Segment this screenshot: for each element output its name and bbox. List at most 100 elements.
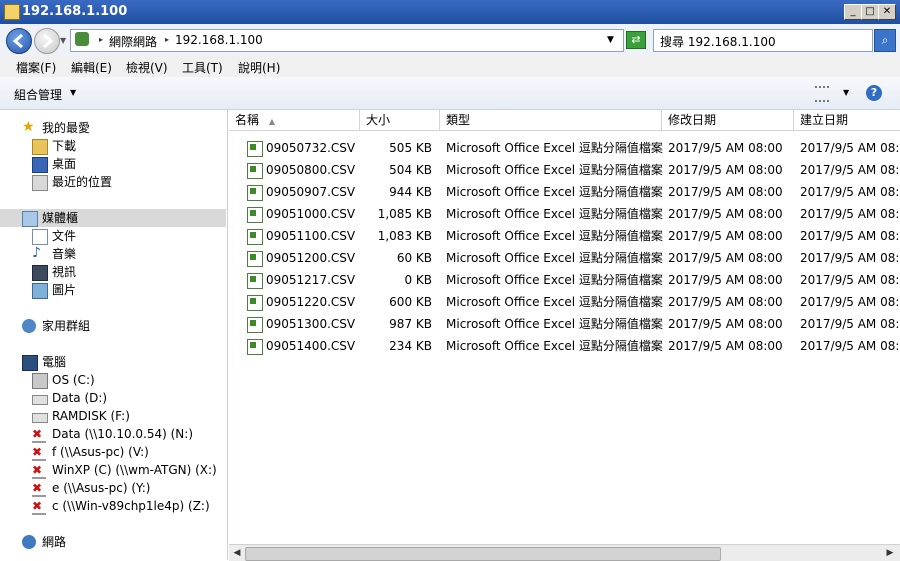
file-modified: 2017/9/5 AM 08:00 [668,339,783,353]
breadcrumb-chevron-icon[interactable]: ▸ [99,35,103,44]
back-button[interactable] [6,28,32,54]
search-button[interactable]: ⌕ [874,29,896,52]
drive-icon [32,395,48,405]
table-row[interactable]: 09051220.CSV 600 KB Microsoft Office Excel… [229,291,900,313]
file-type: Microsoft Office Excel 逗點分隔值檔案 [446,317,663,331]
table-row[interactable]: 09050732.CSV 505 KB Microsoft Office Excel… [229,137,900,159]
disconnected-drive-icon: ✖ [32,445,46,461]
file-size: 60 KB [396,251,432,265]
file-created: 2017/9/5 AM 08:00 [800,207,900,221]
file-created: 2017/9/5 AM 08:00 [800,185,900,199]
file-created: 2017/9/5 AM 08:00 [800,141,900,155]
recent-pages-chevron-icon[interactable]: ▼ [60,36,66,45]
table-row[interactable]: 09051000.CSV 1,085 KB Microsoft Office Exc… [229,203,900,225]
column-header: 名稱 ▲ 大小 類型 修改日期 建立日期 [229,110,900,131]
file-type: Microsoft Office Excel 逗點分隔值檔案 [446,163,663,177]
address-bar[interactable]: ▸ 網際網路 ▸ 192.168.1.100 ▼ [70,29,624,52]
navigation-pane: ★ 我的最愛 下載 桌面 最近的位置 媒體櫃 文件 ♪ 音樂 視訊 圖片 家用群… [0,110,228,560]
menu-edit[interactable]: 編輯(E) [71,59,112,76]
menu-file[interactable]: 檔案(F) [16,59,56,76]
file-size: 987 KB [389,317,432,331]
back-arrow-icon [12,33,23,49]
close-button[interactable]: ✕ [878,4,896,20]
file-type: Microsoft Office Excel 逗點分隔值檔案 [446,339,663,353]
network-icon [75,32,89,46]
search-input[interactable]: 搜尋 192.168.1.100 [653,29,873,52]
file-size: 234 KB [389,339,432,353]
window-title: 192.168.1.100 [22,4,128,19]
forward-button[interactable] [34,28,60,54]
scrollbar-thumb[interactable] [245,547,721,561]
file-size: 600 KB [389,295,432,309]
address-row: ▼ ▸ 網際網路 ▸ 192.168.1.100 ▼ ⇄ 搜尋 192.168.… [0,24,900,57]
column-type[interactable]: 類型 [440,110,662,130]
breadcrumb-host[interactable]: 192.168.1.100 [175,33,263,47]
file-modified: 2017/9/5 AM 08:00 [668,251,783,265]
file-name: 09050907.CSV [266,185,356,199]
breadcrumb-network[interactable]: 網際網路 [109,33,157,50]
forward-arrow-icon [43,33,54,49]
table-row[interactable]: 09051300.CSV 987 KB Microsoft Office Excel… [229,313,900,335]
disconnected-drive-icon: ✖ [32,427,46,443]
table-row[interactable]: 09051400.CSV 234 KB Microsoft Office Excel… [229,335,900,357]
menu-tools[interactable]: 工具(T) [182,59,223,76]
search-icon: ⌕ [881,33,889,47]
column-created[interactable]: 建立日期 [794,110,900,130]
file-created: 2017/9/5 AM 08:00 [800,273,900,287]
maximize-button[interactable]: □ [861,4,879,20]
table-row[interactable]: 09051217.CSV 0 KB Microsoft Office Excel 逗… [229,269,900,291]
file-name: 09050732.CSV [266,141,356,155]
column-modified[interactable]: 修改日期 [662,110,794,130]
csv-file-icon [247,141,263,157]
music-icon: ♪ [32,245,41,261]
csv-file-icon [247,207,263,223]
menu-help[interactable]: 說明(H) [238,59,280,76]
menu-view[interactable]: 檢視(V) [126,59,168,76]
file-modified: 2017/9/5 AM 08:00 [668,163,783,177]
minimize-button[interactable]: _ [844,4,862,20]
recent-places-icon [32,175,48,191]
pictures-icon [32,283,48,299]
file-size: 1,085 KB [377,207,432,221]
address-dropdown-icon[interactable]: ▼ [607,35,614,45]
file-size: 944 KB [389,185,432,199]
csv-file-icon [247,317,263,333]
file-type: Microsoft Office Excel 逗點分隔值檔案 [446,295,663,309]
file-size: 0 KB [404,273,432,287]
file-name: 09050800.CSV [266,163,356,177]
column-size[interactable]: 大小 [360,110,440,130]
file-name: 09051200.CSV [266,251,356,265]
help-icon[interactable]: ? [866,85,882,101]
csv-file-icon [247,339,263,355]
drive-icon [32,373,48,389]
table-row[interactable]: 09051200.CSV 60 KB Microsoft Office Excel … [229,247,900,269]
disconnected-drive-icon: ✖ [32,481,46,497]
column-name[interactable]: 名稱 ▲ [229,110,360,130]
downloads-folder-icon [32,139,48,155]
file-modified: 2017/9/5 AM 08:00 [668,185,783,199]
horizontal-scrollbar[interactable]: ◀ ▶ [229,544,900,561]
file-name: 09051000.CSV [266,207,356,221]
refresh-button[interactable]: ⇄ [626,31,646,49]
table-row[interactable]: 09050800.CSV 504 KB Microsoft Office Excel… [229,159,900,181]
organize-button[interactable]: 組合管理 [14,86,62,103]
file-size: 505 KB [389,141,432,155]
file-created: 2017/9/5 AM 08:00 [800,317,900,331]
organize-chevron-icon[interactable]: ▼ [70,88,76,97]
view-options-icon[interactable] [815,86,829,102]
csv-file-icon [247,163,263,179]
scroll-right-icon[interactable]: ▶ [883,546,897,560]
disconnected-drive-icon: ✖ [32,463,46,479]
table-row[interactable]: 09050907.CSV 944 KB Microsoft Office Excel… [229,181,900,203]
file-modified: 2017/9/5 AM 08:00 [668,273,783,287]
scroll-left-icon[interactable]: ◀ [230,546,244,560]
file-type: Microsoft Office Excel 逗點分隔值檔案 [446,251,663,265]
breadcrumb-chevron-icon[interactable]: ▸ [165,35,169,44]
view-dropdown-icon[interactable]: ▼ [843,88,849,97]
file-created: 2017/9/5 AM 08:00 [800,339,900,353]
file-list: 名稱 ▲ 大小 類型 修改日期 建立日期 09050732.CSV 505 KB M… [229,110,900,561]
file-size: 504 KB [389,163,432,177]
file-created: 2017/9/5 AM 08:00 [800,229,900,243]
menu-bar: 檔案(F) 編輯(E) 檢視(V) 工具(T) 說明(H) [0,56,900,78]
table-row[interactable]: 09051100.CSV 1,083 KB Microsoft Office Exc… [229,225,900,247]
